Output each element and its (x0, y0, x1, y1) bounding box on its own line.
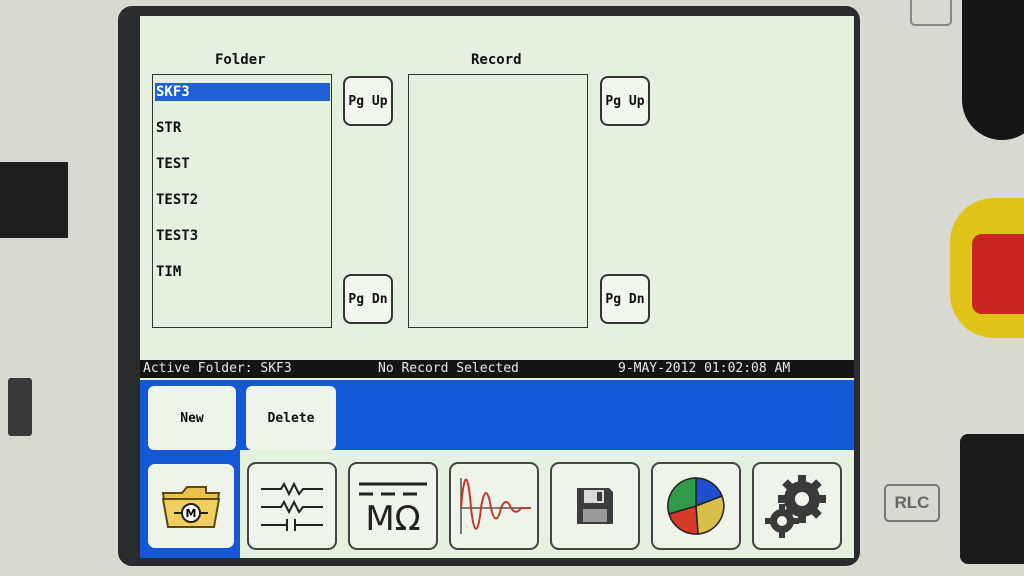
device-usb-slot (8, 378, 32, 436)
gears-icon (765, 475, 826, 538)
status-bar: Active Folder: SKF3 No Record Selected 9… (140, 360, 854, 378)
megohm-icon: MΩ (359, 482, 427, 536)
device-top-button[interactable] (910, 0, 952, 26)
nav-save-button[interactable] (550, 462, 640, 550)
datetime-status: 9-MAY-2012 01:02:08 AM (618, 361, 791, 376)
nav-settings-button[interactable] (752, 462, 842, 550)
svg-text:M: M (186, 507, 197, 520)
floppy-disk-icon (577, 488, 613, 524)
delete-button[interactable]: Delete (246, 386, 336, 450)
svg-text:MΩ: MΩ (365, 499, 420, 536)
emergency-stop-button[interactable] (972, 234, 1024, 314)
test-lead-jack[interactable] (960, 434, 1024, 564)
folder-list[interactable]: SKF3 STR TEST TEST2 TEST3 TIM (152, 74, 332, 328)
nav-folder-button[interactable]: M (146, 462, 236, 550)
folder-item-skf3[interactable]: SKF3 (155, 83, 330, 101)
folder-page-down-button[interactable]: Pg Dn (343, 274, 393, 324)
nav-report-button[interactable] (651, 462, 741, 550)
record-list[interactable] (408, 74, 588, 328)
folder-item-test3[interactable]: TEST3 (155, 227, 330, 245)
folder-motor-icon: M (161, 486, 221, 528)
record-title: Record (471, 52, 522, 68)
rlc-label: RLC (884, 484, 940, 522)
active-folder-status: Active Folder: SKF3 (143, 361, 292, 376)
pie-chart-icon (667, 477, 725, 535)
nav-waveform-button[interactable] (449, 462, 539, 550)
device-housing-block (0, 162, 68, 238)
rotary-knob[interactable] (962, 0, 1024, 140)
touch-screen: Folder SKF3 STR TEST TEST2 TEST3 TIM Pg … (140, 16, 854, 558)
folder-title: Folder (215, 52, 266, 68)
damped-waveform-icon (460, 478, 531, 534)
folder-item-str[interactable]: STR (155, 119, 330, 137)
record-page-down-button[interactable]: Pg Dn (600, 274, 650, 324)
folder-item-test2[interactable]: TEST2 (155, 191, 330, 209)
nav-insulation-button[interactable]: MΩ (348, 462, 438, 550)
nav-resistance-button[interactable] (247, 462, 337, 550)
new-button[interactable]: New (148, 386, 236, 450)
resistor-network-icon (261, 481, 323, 531)
record-status: No Record Selected (378, 361, 519, 376)
record-page-up-button[interactable]: Pg Up (600, 76, 650, 126)
folder-item-test[interactable]: TEST (155, 155, 330, 173)
folder-item-tim[interactable]: TIM (155, 263, 330, 281)
folder-page-up-button[interactable]: Pg Up (343, 76, 393, 126)
